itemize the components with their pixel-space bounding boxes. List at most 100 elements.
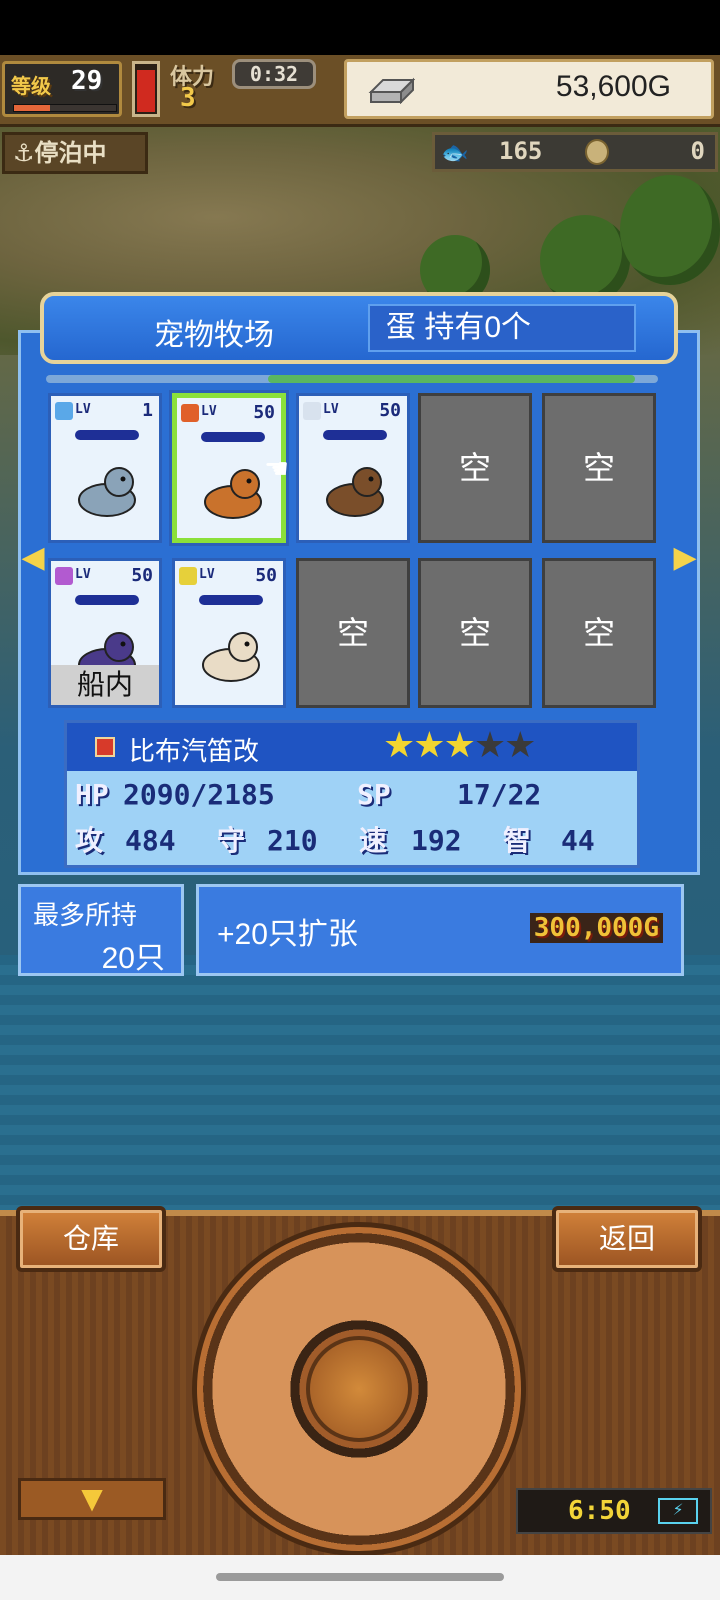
top-hud: 等级 29 体力 3 0:32 53,600G bbox=[0, 55, 720, 127]
pet-level: 50 bbox=[379, 400, 401, 421]
element-icon bbox=[55, 567, 73, 585]
pet-level: 1 bbox=[142, 400, 153, 421]
expand-cost: 300,000G bbox=[529, 913, 663, 943]
expand-capacity-button[interactable]: +20只扩张 300,000G bbox=[196, 884, 684, 976]
hp-value: 2090/2185 bbox=[123, 778, 275, 811]
stat-row-attributes: 攻 484 守 210 速 192 智 44 bbox=[67, 819, 637, 865]
capacity-label: 最多所持 bbox=[33, 900, 138, 930]
star-empty-icon: ★ bbox=[473, 725, 506, 766]
stat-row-hp-sp: HP 2090/2185 SP 17/22 bbox=[67, 773, 637, 819]
pet-slot[interactable]: LV 50 bbox=[296, 393, 410, 543]
pet-slot[interactable]: LV 1 bbox=[48, 393, 162, 543]
star-filled-icon: ★ bbox=[413, 725, 445, 766]
fish-icon: 🐟 bbox=[441, 141, 469, 166]
pet-stats-panel: 比布汽笛改 ★★★★★ HP 2090/2185 SP 17/22 攻 484 … bbox=[64, 720, 640, 868]
xp-bar bbox=[13, 104, 117, 112]
pet-status-bar bbox=[323, 430, 387, 440]
resource-bar: 🐟 165 0 bbox=[432, 132, 718, 172]
menu-down-button[interactable]: ▼ bbox=[18, 1478, 166, 1520]
capacity-value: 20只 bbox=[101, 942, 165, 975]
sp-label: SP bbox=[357, 778, 391, 811]
pet-sprite-icon bbox=[195, 617, 267, 689]
empty-pet-slot[interactable]: 空 bbox=[542, 558, 656, 708]
pet-status-bar bbox=[75, 595, 139, 605]
empty-pet-slot[interactable]: 空 bbox=[418, 558, 532, 708]
level-label: 等级 bbox=[11, 74, 51, 98]
gold-amount: 53,600G bbox=[555, 70, 671, 103]
def-value: 210 bbox=[267, 824, 318, 857]
atk-label: 攻 bbox=[75, 824, 104, 857]
pet-level: 50 bbox=[255, 565, 277, 586]
pet-level-label: LV bbox=[75, 402, 91, 417]
sea bbox=[0, 955, 720, 1210]
xp-bar-fill bbox=[14, 105, 50, 111]
pet-status-bar bbox=[75, 430, 139, 440]
def-label: 守 bbox=[217, 824, 246, 857]
pet-level-label: LV bbox=[199, 567, 215, 582]
star-filled-icon: ★ bbox=[383, 725, 415, 766]
scrollbar-thumb[interactable] bbox=[268, 375, 636, 383]
level-box: 等级 29 bbox=[2, 61, 122, 117]
pet-level-label: LV bbox=[201, 404, 217, 419]
next-page-arrow-icon[interactable]: ▶ bbox=[670, 540, 700, 576]
egg-count: 蛋 持有0个 bbox=[368, 304, 636, 352]
medal-icon bbox=[585, 139, 609, 165]
pet-level-label: LV bbox=[75, 567, 91, 582]
pet-name: 比布汽笛改 bbox=[129, 736, 260, 766]
clock-time: 6:50 bbox=[568, 1496, 631, 1526]
pet-sprite-icon bbox=[71, 452, 143, 524]
pet-slot[interactable]: LV 50 bbox=[172, 558, 286, 708]
spd-label: 速 bbox=[359, 824, 388, 857]
pet-slot[interactable]: LV 50 船内 bbox=[48, 558, 162, 708]
onboard-badge: 船内 bbox=[51, 665, 159, 705]
prev-page-arrow-icon[interactable]: ◀ bbox=[18, 540, 48, 576]
pet-slot-header: LV 50 bbox=[303, 400, 403, 424]
warehouse-button[interactable]: 仓库 bbox=[16, 1206, 166, 1272]
pet-level: 50 bbox=[131, 565, 153, 586]
stamina-gauge bbox=[132, 61, 160, 117]
empty-pet-slot[interactable]: 空 bbox=[296, 558, 410, 708]
pet-slot-header: LV 50 bbox=[55, 565, 155, 589]
battery-icon: ⚡ bbox=[658, 1498, 698, 1524]
anchored-status: ⚓停泊中 bbox=[2, 132, 148, 174]
pet-sprite-icon bbox=[319, 452, 391, 524]
back-button[interactable]: 返回 bbox=[552, 1206, 702, 1272]
capacity-box: 最多所持 20只 bbox=[18, 884, 184, 976]
fish-count: 165 bbox=[499, 137, 543, 165]
dpad-center-button[interactable] bbox=[306, 1336, 412, 1442]
element-icon bbox=[179, 567, 197, 585]
star-filled-icon: ★ bbox=[443, 725, 476, 766]
game-clock: 6:50 ⚡ bbox=[516, 1488, 712, 1534]
spd-value: 192 bbox=[411, 824, 462, 857]
int-value: 44 bbox=[561, 824, 595, 857]
stamina-timer: 0:32 bbox=[232, 59, 316, 89]
stamina-value: 3 bbox=[180, 83, 196, 113]
star-empty-icon: ★ bbox=[504, 725, 536, 766]
empty-pet-slot[interactable]: 空 bbox=[542, 393, 656, 543]
page-scrollbar[interactable] bbox=[46, 375, 658, 383]
gold-display: 53,600G bbox=[344, 59, 714, 119]
pointer-hand-icon: ☚ bbox=[264, 452, 290, 485]
rarity-stars: ★★★★★ bbox=[383, 725, 536, 766]
page-title: 宠物牧场 bbox=[154, 319, 274, 352]
stamina-gauge-fill bbox=[137, 69, 155, 112]
expand-label: +20只扩张 bbox=[217, 918, 358, 951]
panel-header: 宠物牧场 蛋 持有0个 bbox=[40, 292, 678, 364]
atk-value: 484 bbox=[125, 824, 176, 857]
pet-status-bar bbox=[199, 595, 263, 605]
pet-level: 50 bbox=[253, 402, 275, 423]
fire-element-icon bbox=[95, 737, 115, 757]
empty-pet-slot[interactable]: 空 bbox=[418, 393, 532, 543]
element-icon bbox=[303, 402, 321, 420]
pet-level-label: LV bbox=[323, 402, 339, 417]
home-gesture-pill[interactable] bbox=[216, 1573, 504, 1581]
sp-value: 17/22 bbox=[457, 778, 542, 811]
medal-count: 0 bbox=[690, 137, 705, 165]
ship-wheel-dpad[interactable] bbox=[192, 1222, 526, 1556]
level-value: 29 bbox=[71, 66, 103, 96]
pet-status-bar bbox=[201, 432, 265, 442]
tree bbox=[620, 175, 720, 285]
pet-name-row: 比布汽笛改 ★★★★★ bbox=[67, 723, 637, 771]
pet-slot-header: LV 50 bbox=[181, 402, 277, 426]
pet-slot-header: LV 50 bbox=[179, 565, 279, 589]
